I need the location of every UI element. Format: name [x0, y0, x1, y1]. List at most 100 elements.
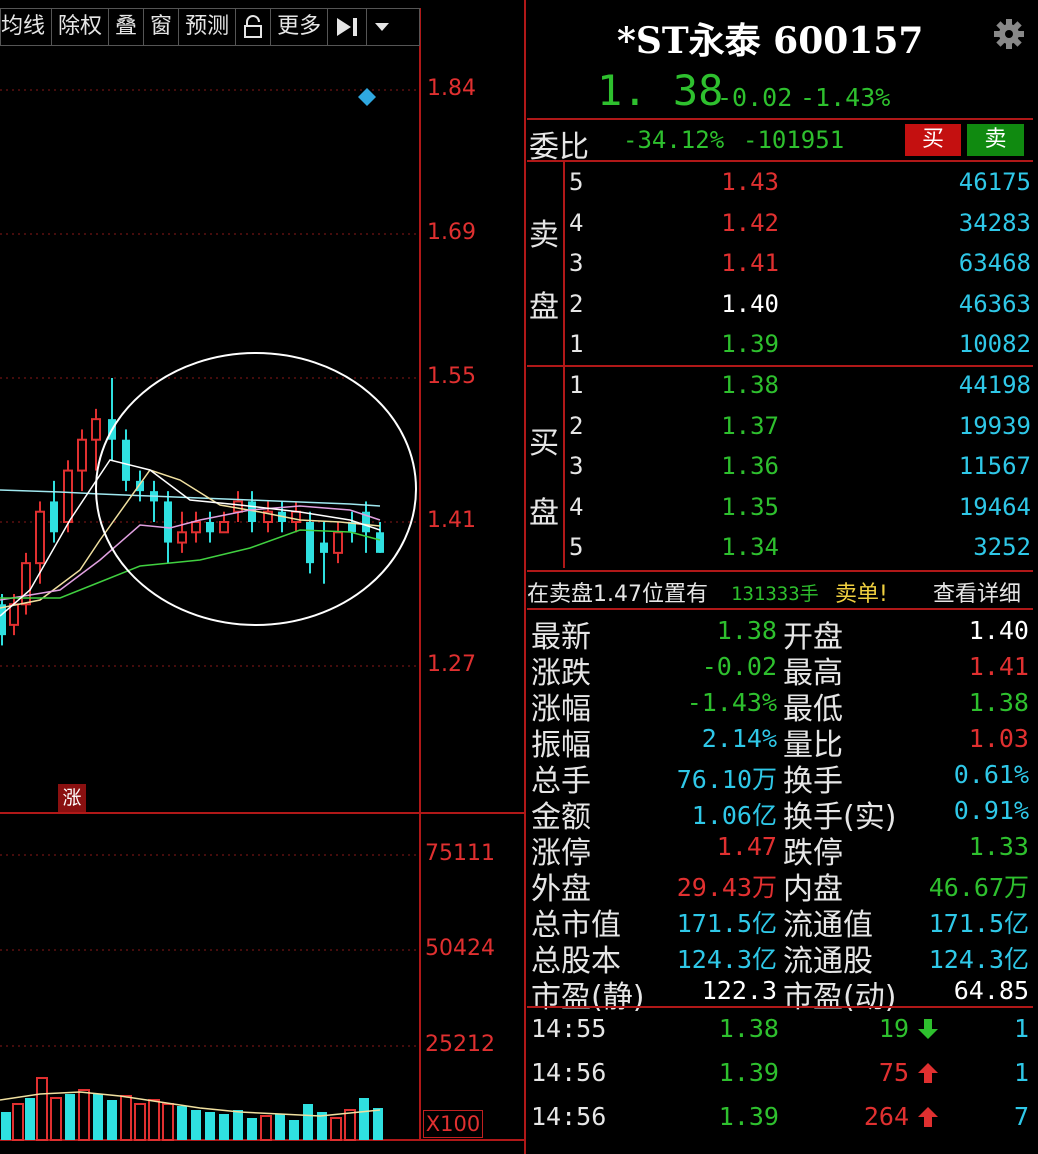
rise-marker-badge[interactable]: 涨 — [58, 784, 86, 812]
toolbar-item-2[interactable]: 叠 — [109, 9, 145, 45]
volume-unit-label[interactable]: X100 — [423, 1110, 483, 1138]
tick-count: 1 — [1013, 1014, 1029, 1043]
orderbook-row[interactable]: 5 1.34 3252 — [527, 533, 1033, 573]
orderbook-level: 2 — [569, 289, 584, 318]
stat-value: 1.06亿 — [691, 801, 777, 830]
orderbook-volume: 11567 — [958, 452, 1031, 480]
stat-value: 171.5亿 — [928, 909, 1029, 938]
candle-body — [333, 531, 343, 554]
large-order-notice[interactable]: 在卖盘1.47位置有 131333手 卖单! 查看详细 — [527, 574, 1033, 608]
volume-bar — [233, 1110, 243, 1140]
orderbook-row[interactable]: 3 1.41 63468 — [527, 249, 1033, 289]
chevron-down-icon[interactable] — [367, 9, 397, 45]
orderbook-row[interactable]: 1 1.38 44198 — [527, 371, 1033, 411]
candle-body — [35, 510, 45, 565]
volume-bar — [330, 1117, 342, 1141]
tick-volume: 75 — [878, 1058, 909, 1087]
orderbook-volume: 10082 — [958, 330, 1031, 358]
orderbook-row[interactable]: 4 1.42 34283 — [527, 209, 1033, 249]
toolbar-item-5[interactable]: 更多 — [271, 9, 329, 45]
price-change: -0.02 — [717, 83, 793, 112]
price-tick-label: 1.27 — [427, 652, 476, 677]
tick-volume: 19 — [878, 1014, 909, 1043]
orderbook-price: 1.34 — [721, 533, 779, 561]
kline-chart-canvas[interactable] — [0, 0, 526, 1154]
tick-row[interactable]: 14:56 1.39 75 1 — [527, 1058, 1033, 1098]
orderbook-price: 1.39 — [721, 330, 779, 358]
orderbook-level: 2 — [569, 411, 584, 440]
buy-button[interactable]: 买 — [905, 124, 961, 156]
orderbook-row[interactable]: 4 1.35 19464 — [527, 493, 1033, 533]
stats-divider — [527, 1006, 1033, 1008]
chart-toolbar: 均线 除权叠窗预测 更多 — [0, 8, 420, 46]
orderbook-price: 1.37 — [721, 411, 779, 440]
orderbook-level: 1 — [569, 371, 584, 399]
stat-value: 122.3 — [701, 976, 777, 1005]
stat-value: -0.02 — [701, 652, 777, 681]
gear-icon[interactable] — [993, 18, 1025, 50]
volume-bar — [359, 1098, 369, 1140]
toolbar-item-3[interactable]: 窗 — [144, 9, 180, 45]
candle-body — [122, 439, 130, 481]
stat-value: -1.43% — [686, 688, 777, 717]
volume-bar — [344, 1109, 356, 1141]
stat-value: 1.38 — [716, 616, 777, 645]
candle-body — [320, 542, 328, 553]
orderbook-row[interactable]: 1 1.39 10082 — [527, 330, 1033, 370]
tick-price: 1.39 — [718, 1102, 779, 1131]
orderbook-row[interactable]: 3 1.36 11567 — [527, 452, 1033, 492]
lock-icon[interactable] — [236, 9, 272, 45]
volume-tick-label: 25212 — [425, 1032, 495, 1057]
last-price: 1. 38 — [597, 66, 724, 115]
volume-bar — [134, 1103, 146, 1141]
toolbar-item-1[interactable]: 除权 — [52, 9, 110, 45]
orderbook-volume: 44198 — [958, 371, 1031, 399]
orderbook-row[interactable]: 5 1.43 46175 — [527, 168, 1033, 208]
volume-tick-label: 75111 — [425, 841, 495, 866]
kline-chart-panel[interactable]: 均线 除权叠窗预测 更多 1.84 1.69 1.55 1.41 1.27 75111 504… — [0, 0, 526, 1154]
price-change-percent: -1.43% — [800, 83, 891, 112]
arrow-down-icon — [917, 1018, 939, 1042]
volume-bar — [78, 1089, 90, 1141]
stat-value: 1.40 — [968, 616, 1029, 645]
skip-forward-icon[interactable] — [328, 9, 368, 45]
stat-value: 2.14% — [701, 724, 777, 753]
volume-bar — [191, 1110, 201, 1140]
orderbook-level: 3 — [569, 452, 584, 480]
candle-body — [0, 604, 6, 636]
candle-body — [50, 501, 58, 533]
orderbook-row[interactable]: 2 1.40 46363 — [527, 290, 1033, 330]
orderbook-level: 5 — [569, 533, 584, 561]
stat-value: 1.47 — [716, 832, 777, 861]
volume-bar — [205, 1112, 215, 1140]
sell-button[interactable]: 卖 — [967, 124, 1024, 156]
candle-body — [233, 500, 243, 513]
tick-price: 1.38 — [718, 1014, 779, 1043]
notice-suffix: 卖单! — [835, 582, 888, 607]
orderbook-row[interactable]: 2 1.37 19939 — [527, 412, 1033, 452]
quote-panel: *ST永泰 600157 1. 38 -0.02 -1.43% 委比 -34.1… — [527, 0, 1038, 1154]
notice-prefix: 在卖盘1.47位置有 — [527, 582, 708, 607]
tick-price: 1.39 — [718, 1058, 779, 1087]
tick-time: 14:56 — [531, 1058, 607, 1087]
tick-time: 14:55 — [531, 1014, 607, 1043]
title-divider — [527, 118, 1033, 120]
stat-value: 1.38 — [968, 688, 1029, 717]
stat-label: 市盈(静) — [531, 980, 645, 1015]
toolbar-item-0[interactable]: 均线 — [1, 9, 53, 45]
signal-diamond-marker[interactable] — [358, 88, 376, 106]
view-details-link[interactable]: 查看详细 — [933, 576, 1021, 608]
stat-value: 171.5亿 — [676, 909, 777, 938]
weibi-divider — [527, 160, 1033, 162]
stat-value: 1.33 — [968, 832, 1029, 861]
tick-volume: 264 — [863, 1102, 909, 1131]
tick-row[interactable]: 14:56 1.39 264 7 — [527, 1102, 1033, 1142]
tick-row[interactable]: 14:55 1.38 19 1 — [527, 1014, 1033, 1054]
price-tick-label: 1.69 — [427, 220, 476, 245]
toolbar-item-4[interactable]: 预测 — [179, 9, 237, 45]
orderbook-level: 4 — [569, 492, 584, 521]
orderbook-price: 1.43 — [721, 168, 779, 196]
candle-body — [219, 521, 229, 534]
volume-bar — [247, 1118, 257, 1140]
candle-body — [9, 603, 19, 626]
